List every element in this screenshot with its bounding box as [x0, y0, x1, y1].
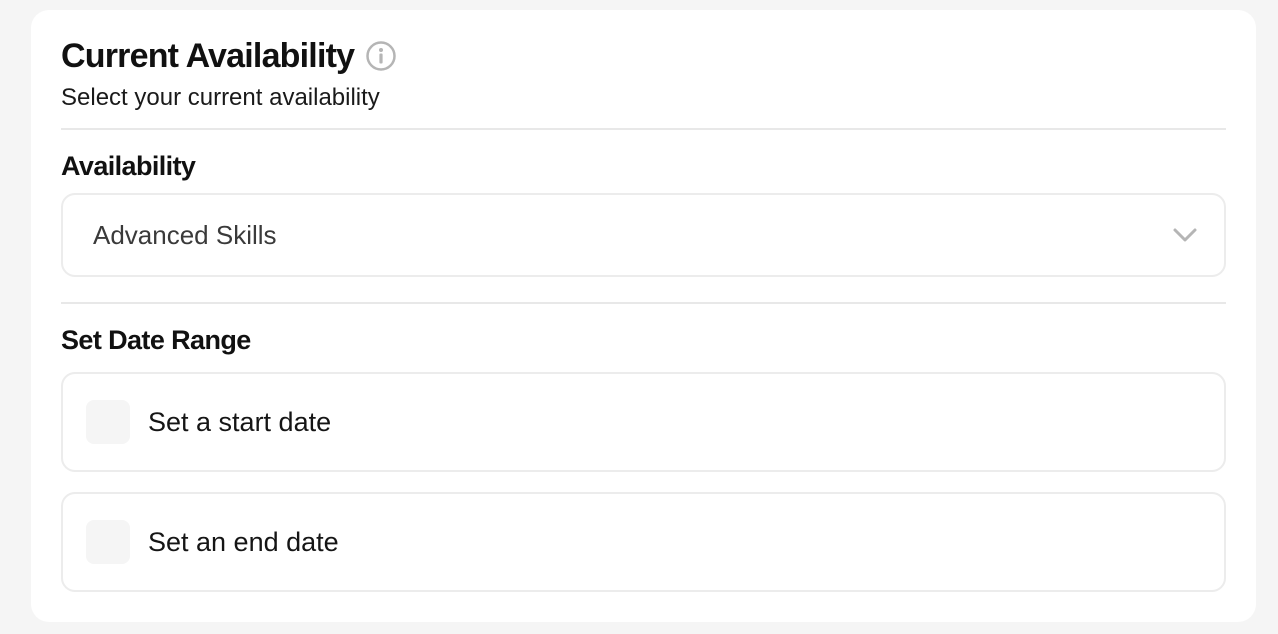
page-title: Current Availability [61, 36, 355, 75]
start-date-option[interactable]: Set a start date [61, 372, 1226, 472]
start-date-label: Set a start date [148, 406, 332, 437]
card-header: Current Availability Select your current… [61, 34, 1226, 112]
availability-select[interactable]: Advanced Skills [61, 193, 1226, 277]
availability-select-value: Advanced Skills [93, 219, 277, 250]
date-range-label: Set Date Range [61, 325, 251, 355]
availability-card: Current Availability Select your current… [31, 10, 1256, 622]
header-divider [61, 128, 1226, 130]
end-date-checkbox[interactable] [86, 520, 130, 564]
chevron-down-icon [1172, 222, 1198, 248]
availability-label: Availability [61, 151, 196, 181]
section-divider [61, 302, 1226, 304]
end-date-label: Set an end date [148, 526, 339, 557]
card-subtitle: Select your current availability [61, 84, 380, 111]
info-icon[interactable] [366, 41, 396, 71]
start-date-checkbox[interactable] [86, 400, 130, 444]
title-row: Current Availability [61, 34, 1226, 78]
end-date-option[interactable]: Set an end date [61, 492, 1226, 592]
